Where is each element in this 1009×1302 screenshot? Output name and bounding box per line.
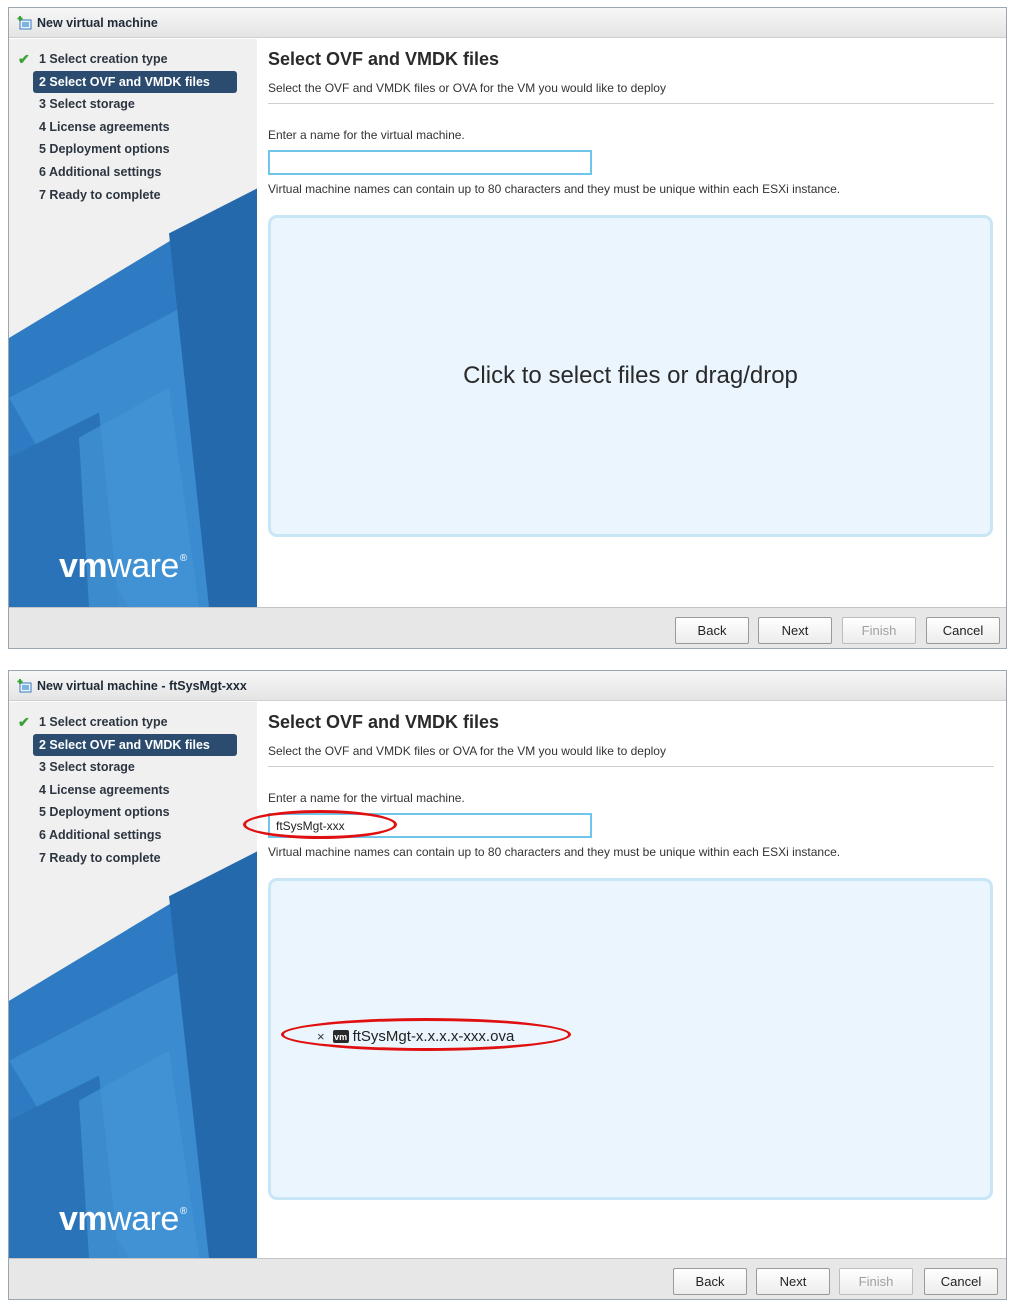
back-button[interactable]: Back: [673, 1268, 747, 1295]
page-subtitle: Select the OVF and VMDK files or OVA for…: [268, 744, 666, 758]
vm-name-hint: Virtual machine names can contain up to …: [268, 845, 841, 859]
step-additional-settings[interactable]: 6 Additional settings: [9, 161, 237, 184]
wizard-sidebar: ✔ 1 Select creation type 2 Select OVF an…: [9, 702, 257, 1258]
step-select-creation-type[interactable]: ✔ 1 Select creation type: [9, 711, 237, 734]
step-select-storage[interactable]: 3 Select storage: [9, 756, 237, 779]
step-ready-to-complete[interactable]: 7 Ready to complete: [9, 847, 237, 870]
vmware-logo: vmware®: [59, 1200, 187, 1238]
cancel-button[interactable]: Cancel: [926, 617, 1000, 644]
step-license-agreements[interactable]: 4 License agreements: [9, 116, 237, 139]
checkmark-icon: ✔: [18, 51, 30, 67]
new-vm-icon: [17, 678, 33, 694]
wizard-sidebar: ✔ 1 Select creation type 2 Select OVF an…: [9, 39, 257, 607]
page-title: Select OVF and VMDK files: [268, 712, 500, 732]
file-dropzone[interactable]: × vm ftSysMgt-x.x.x.x-xxx.ova: [268, 878, 993, 1200]
step-select-storage[interactable]: 3 Select storage: [9, 93, 237, 116]
vm-name-input[interactable]: [268, 813, 592, 838]
selected-file-name: ftSysMgt-x.x.x.x-xxx.ova: [352, 1028, 515, 1045]
checkmark-icon: ✔: [18, 714, 30, 730]
vm-name-label: Enter a name for the virtual machine.: [268, 791, 465, 805]
file-dropzone[interactable]: Click to select files or drag/drop: [268, 215, 993, 537]
finish-button[interactable]: Finish: [839, 1268, 913, 1295]
page-title: Select OVF and VMDK files: [268, 49, 500, 69]
new-vm-icon: [17, 15, 33, 31]
remove-file-icon[interactable]: ×: [317, 1029, 325, 1044]
wizard-steps: ✔ 1 Select creation type 2 Select OVF an…: [9, 711, 257, 869]
step-select-creation-type[interactable]: ✔ 1 Select creation type: [9, 48, 237, 71]
next-button[interactable]: Next: [758, 617, 832, 644]
wizard-content: Select OVF and VMDK files Select the OVF…: [257, 702, 1006, 1258]
cancel-button[interactable]: Cancel: [924, 1268, 998, 1295]
wizard-footer: Back Next Finish Cancel: [9, 1258, 1006, 1299]
step-select-ovf-vmdk-files[interactable]: 2 Select OVF and VMDK files: [33, 733, 237, 757]
vm-name-input[interactable]: [268, 150, 592, 175]
page-subtitle: Select the OVF and VMDK files or OVA for…: [268, 81, 666, 95]
step-ready-to-complete[interactable]: 7 Ready to complete: [9, 184, 237, 207]
wizard-footer: Back Next Finish Cancel: [9, 607, 1006, 648]
vm-file-icon: vm: [332, 1030, 349, 1043]
step-additional-settings[interactable]: 6 Additional settings: [9, 824, 237, 847]
dialog-title: New virtual machine - ftSysMgt-xxx: [37, 678, 247, 693]
dialog-title: New virtual machine: [37, 15, 158, 30]
next-button[interactable]: Next: [756, 1268, 830, 1295]
step-license-agreements[interactable]: 4 License agreements: [9, 779, 237, 802]
back-button[interactable]: Back: [675, 617, 749, 644]
new-vm-dialog-filled: New virtual machine - ftSysMgt-xxx ✔ 1 S…: [8, 670, 1007, 1300]
finish-button[interactable]: Finish: [842, 617, 916, 644]
selected-file: × vm ftSysMgt-x.x.x.x-xxx.ova: [317, 1028, 514, 1045]
dialog-titlebar: New virtual machine - ftSysMgt-xxx: [9, 671, 1006, 701]
step-deployment-options[interactable]: 5 Deployment options: [9, 801, 237, 824]
vm-name-label: Enter a name for the virtual machine.: [268, 128, 465, 142]
step-deployment-options[interactable]: 5 Deployment options: [9, 138, 237, 161]
divider: [268, 103, 994, 104]
dropzone-text: Click to select files or drag/drop: [463, 362, 798, 389]
divider: [268, 766, 994, 767]
wizard-steps: ✔ 1 Select creation type 2 Select OVF an…: [9, 48, 257, 206]
wizard-content: Select OVF and VMDK files Select the OVF…: [257, 39, 1006, 607]
vmware-logo: vmware®: [59, 547, 187, 585]
new-vm-dialog-empty: New virtual machine ✔ 1 Select creation …: [8, 7, 1007, 649]
step-select-ovf-vmdk-files[interactable]: 2 Select OVF and VMDK files: [33, 70, 237, 94]
vm-name-hint: Virtual machine names can contain up to …: [268, 182, 841, 196]
dialog-titlebar: New virtual machine: [9, 8, 1006, 38]
